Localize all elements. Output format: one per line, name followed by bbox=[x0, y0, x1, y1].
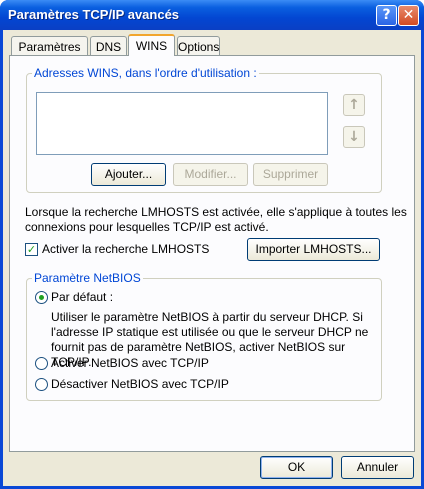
dialog-body: Paramètres IP DNS WINS Options Adresses … bbox=[3, 30, 421, 486]
dialog-window: Paramètres TCP/IP avancés ? ✕ Paramètres… bbox=[0, 0, 424, 489]
netbios-disable-label[interactable]: Désactiver NetBIOS avec TCP/IP bbox=[51, 377, 229, 392]
tab-dns[interactable]: DNS bbox=[90, 36, 127, 55]
netbios-default-desc-line2: l'adresse IP statique est utilisée ou qu… bbox=[51, 325, 369, 339]
window-title: Paramètres TCP/IP avancés bbox=[8, 7, 180, 22]
tab-wins[interactable]: WINS bbox=[128, 34, 175, 56]
close-button[interactable]: ✕ bbox=[398, 5, 419, 26]
lmhosts-description-line1: Lorsque la recherche LMHOSTS est activée… bbox=[25, 205, 407, 219]
netbios-group-label: Paramètre NetBIOS bbox=[32, 271, 143, 285]
lmhosts-checkbox[interactable]: ✓ bbox=[25, 243, 38, 256]
title-bar[interactable]: Paramètres TCP/IP avancés ? ✕ bbox=[0, 0, 424, 30]
lmhosts-checkbox-label[interactable]: Activer la recherche LMHOSTS bbox=[42, 242, 209, 257]
checkmark-icon: ✓ bbox=[26, 243, 37, 256]
radio-netbios-default[interactable] bbox=[35, 291, 48, 304]
wins-address-list[interactable] bbox=[36, 92, 328, 155]
modify-button[interactable]: Modifier... bbox=[173, 163, 248, 186]
ok-button[interactable]: OK bbox=[260, 456, 333, 479]
lmhosts-description-line2: connexions pour lesquelles TCP/IP est ac… bbox=[25, 220, 269, 234]
netbios-default-label[interactable]: Par défaut : bbox=[51, 290, 113, 305]
radio-netbios-enable[interactable] bbox=[35, 357, 48, 370]
arrow-down-icon: ↓ bbox=[348, 129, 360, 145]
radio-selected-dot bbox=[39, 295, 44, 300]
arrow-up-icon: ↑ bbox=[348, 97, 360, 113]
radio-netbios-disable[interactable] bbox=[35, 378, 48, 391]
netbios-default-desc-line1: Utiliser le paramètre NetBIOS à partir d… bbox=[51, 310, 363, 324]
remove-button[interactable]: Supprimer bbox=[253, 163, 328, 186]
import-lmhosts-button[interactable]: Importer LMHOSTS... bbox=[247, 238, 380, 261]
move-down-button[interactable]: ↓ bbox=[343, 126, 365, 148]
wins-group-label: Adresses WINS, dans l'ordre d'utilisatio… bbox=[32, 66, 259, 80]
lmhosts-description: Lorsque la recherche LMHOSTS est activée… bbox=[25, 205, 410, 235]
cancel-button[interactable]: Annuler bbox=[341, 456, 414, 479]
move-up-button[interactable]: ↑ bbox=[343, 94, 365, 116]
tab-options[interactable]: Options bbox=[177, 36, 220, 55]
help-button[interactable]: ? bbox=[376, 5, 397, 26]
add-button[interactable]: Ajouter... bbox=[91, 163, 166, 186]
netbios-enable-label[interactable]: Activer NetBIOS avec TCP/IP bbox=[51, 356, 209, 371]
tab-ip-settings[interactable]: Paramètres IP bbox=[11, 36, 88, 68]
wins-tab-panel: Adresses WINS, dans l'ordre d'utilisatio… bbox=[9, 55, 415, 452]
